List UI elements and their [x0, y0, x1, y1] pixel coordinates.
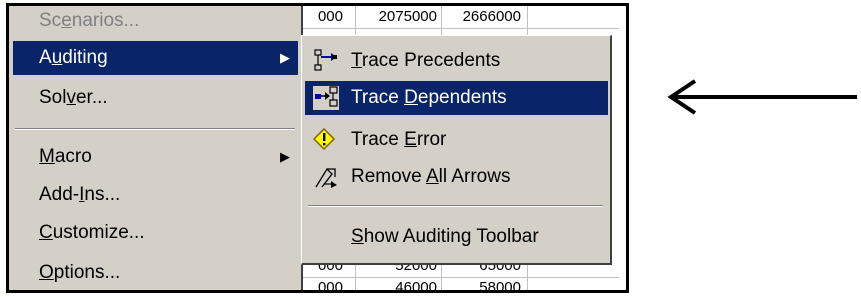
menu-item-solver[interactable]: Solver...: [13, 81, 298, 115]
left-arrow-icon: [667, 79, 857, 115]
menu-item-auditing[interactable]: Auditing ▶: [13, 41, 298, 75]
submenu-item-trace-precedents[interactable]: Trace Precedents: [305, 44, 608, 78]
tools-menu: Scenarios... Auditing ▶ Solver... Macro …: [9, 6, 303, 290]
menu-separator: [15, 128, 295, 130]
sheet-cell: 46000: [395, 279, 437, 293]
submenu-item-remove-all-arrows[interactable]: Remove All Arrows: [305, 160, 608, 194]
submenu-arrow-icon: ▶: [280, 149, 290, 164]
menu-item-customize[interactable]: Customize...: [13, 216, 298, 250]
sheet-cell: 000: [317, 8, 343, 25]
submenu-item-trace-error[interactable]: Trace Error: [305, 123, 608, 157]
menu-item-add-ins[interactable]: Add-Ins...: [13, 178, 298, 212]
trace-dependents-icon: [313, 86, 339, 110]
trace-precedents-icon: [313, 49, 339, 73]
sheet-cell: 000: [317, 279, 343, 293]
screenshot-frame: 000 2075000 2666000 000 52000 65000 000 …: [6, 3, 629, 293]
menu-item-scenarios[interactable]: Scenarios...: [13, 6, 298, 38]
sheet-row: 000 46000 58000: [299, 277, 619, 293]
submenu-arrow-icon: ▶: [280, 50, 290, 65]
sheet-row: 000 2075000 2666000: [299, 6, 619, 29]
submenu-separator: [308, 205, 603, 207]
submenu-item-show-auditing-toolbar[interactable]: Show Auditing Toolbar: [305, 220, 608, 254]
menu-item-options[interactable]: Options...: [13, 256, 298, 290]
sheet-cell: 2666000: [462, 8, 521, 25]
sheet-cell: 2075000: [378, 8, 437, 25]
sheet-cell: 58000: [479, 279, 521, 293]
trace-error-icon: [312, 127, 339, 152]
auditing-submenu: Trace Precedents Trace Dependents Trace …: [301, 35, 612, 265]
menu-item-macro[interactable]: Macro ▶: [13, 140, 298, 174]
submenu-item-trace-dependents[interactable]: Trace Dependents: [305, 81, 608, 115]
remove-arrows-icon: [313, 165, 339, 189]
